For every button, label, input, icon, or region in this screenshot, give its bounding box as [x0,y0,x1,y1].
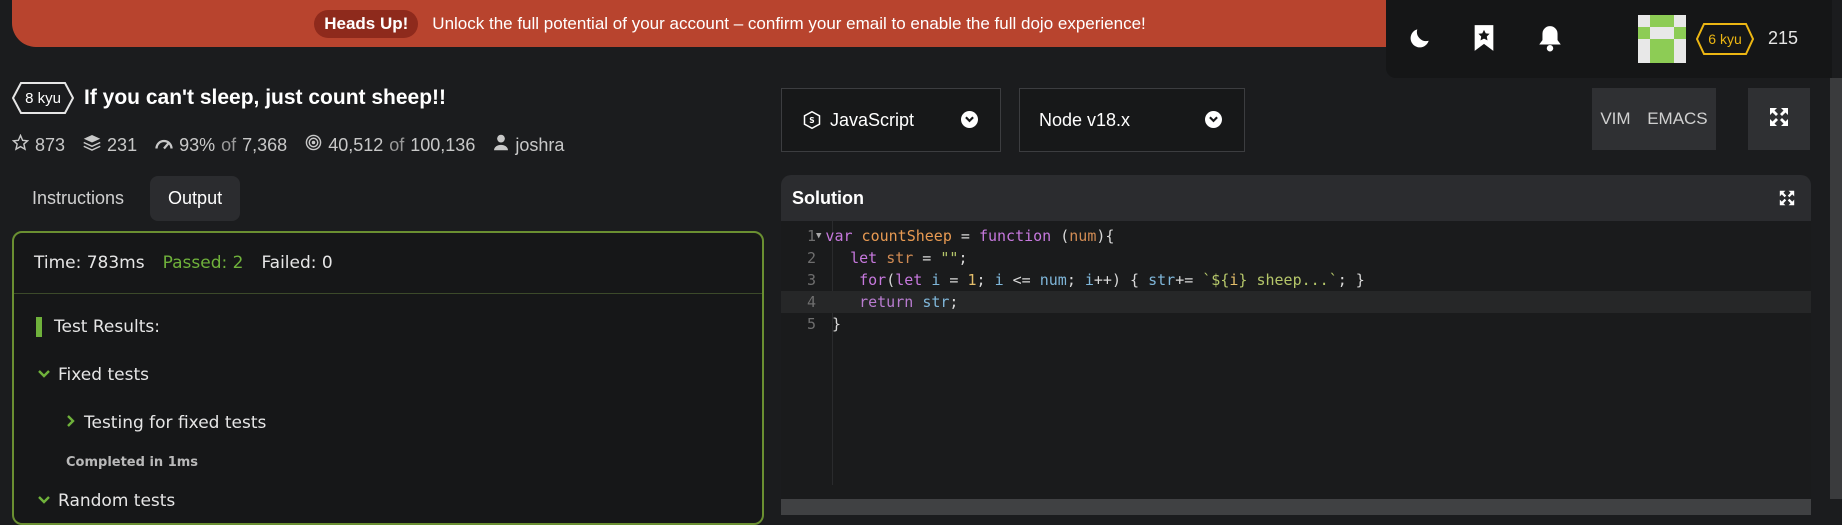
vim-mode-button[interactable]: VIM [1600,109,1630,129]
testing-fixed-item[interactable]: Testing for fixed tests [66,413,266,433]
kata-rank-label: 8 kyu [25,89,61,107]
code-line: 1 ▼ var countSheep = function (num){ [781,225,1811,247]
satisfaction-stat: 93% of 7,368 [155,135,287,156]
chevron-down-icon [38,493,50,509]
kata-tabs: Instructions Output [14,176,241,221]
language-select[interactable]: S JavaScript [781,88,1001,152]
test-results-heading: Test Results: [36,317,160,337]
satisfaction-votes: 7,368 [242,134,288,155]
fold-arrow-icon[interactable]: ▼ [816,225,821,247]
fixed-tests-group[interactable]: Fixed tests [38,365,149,385]
kata-stats: 873 231 93% of 7,368 40,512 of 100,136 j… [11,133,564,156]
rank-label: 6 kyu [1708,31,1742,47]
code-line: 5} [781,313,1811,335]
moon-icon[interactable] [1406,24,1434,52]
editor-mode-group: VIM EMACS [1592,88,1716,150]
tab-output[interactable]: Output [150,176,241,221]
line-number: 5 [806,315,816,333]
language-label: JavaScript [830,109,915,130]
honor-count: 215 [1768,28,1799,48]
javascript-icon: S [803,111,821,129]
layers-icon [83,134,101,156]
failed-count: Failed: 0 [261,253,333,273]
kata-rank-badge: 8 kyu [11,82,75,114]
page-scrollbar[interactable] [1830,78,1842,499]
kata-header: 8 kyu If you can't sleep, just count she… [11,82,447,114]
collections-count: 231 [107,134,138,155]
code-line: 4 return str; [781,291,1811,313]
completed-count: 40,512 [328,134,384,155]
user-toolbar: 6 kyu 215 [1386,0,1832,78]
runtime-label: Node v18.x [1039,109,1131,130]
line-number: 1 [806,227,816,245]
horizontal-scrollbar[interactable] [781,499,1811,515]
author-name: joshra [515,134,565,155]
avatar[interactable] [1638,15,1686,63]
satisfaction-percent: 93% [179,134,216,155]
heads-up-badge: Heads Up! [314,9,419,38]
email-confirm-banner: Heads Up! Unlock the full potential of y… [12,0,1448,47]
tab-instructions[interactable]: Instructions [14,176,142,221]
testing-fixed-label: Testing for fixed tests [84,413,267,433]
random-tests-group[interactable]: Random tests [38,491,175,511]
star-icon [11,133,30,156]
solution-header: Solution [781,175,1811,221]
satisfaction-of: of [221,134,237,155]
completed-of: of [389,134,405,155]
collections-stat[interactable]: 231 [83,134,137,156]
banner-message[interactable]: Unlock the full potential of your accoun… [432,14,1145,34]
stars-stat[interactable]: 873 [11,133,66,156]
kata-title: If you can't sleep, just count sheep!! [84,86,447,109]
chevron-down-icon [1205,111,1222,128]
passed-count: Passed: 2 [162,253,244,273]
code-area[interactable]: 1 ▼ var countSheep = function (num){ 2 let… [781,225,1811,335]
test-summary: Time: 783ms Passed: 2 Failed: 0 [14,233,762,294]
bookmark-icon[interactable] [1470,24,1498,52]
line-number: 3 [806,271,816,289]
svg-text:S: S [809,116,814,125]
satisfaction-icon [155,135,173,156]
completions-stat: 40,512 of 100,136 [305,134,475,156]
bell-icon[interactable] [1536,24,1564,52]
code-line: 3 for(let i = 1; i <= num; i++) { str+= … [781,269,1811,291]
runtime-select[interactable]: Node v18.x [1019,88,1245,152]
solution-title: Solution [792,187,864,208]
line-number: 2 [806,249,816,267]
solution-editor: Solution 1 ▼ var countSheep = function (nu… [781,175,1811,515]
run-time: Time: 783ms [34,253,145,273]
expand-icon [1769,107,1789,132]
chevron-down-icon [38,367,50,383]
fixed-tests-label: Fixed tests [58,365,149,385]
emacs-mode-button[interactable]: EMACS [1647,109,1707,129]
completed-in-label: Completed in 1ms [66,455,199,470]
attempted-count: 100,136 [410,134,476,155]
code-line: 2 let str = ""; [781,247,1811,269]
fullscreen-button[interactable] [1748,88,1810,150]
random-tests-label: Random tests [58,491,176,511]
rank-badge[interactable]: 6 kyu [1695,23,1755,55]
target-icon [305,134,322,156]
chevron-right-icon [66,415,76,431]
author-stat[interactable]: joshra [493,134,564,156]
stars-count: 873 [35,134,66,155]
output-panel: Time: 783ms Passed: 2 Failed: 0 Test Res… [12,231,764,525]
line-number: 4 [806,293,816,311]
user-icon [493,134,509,156]
expand-icon[interactable] [1779,190,1795,206]
chevron-down-icon [961,111,978,128]
